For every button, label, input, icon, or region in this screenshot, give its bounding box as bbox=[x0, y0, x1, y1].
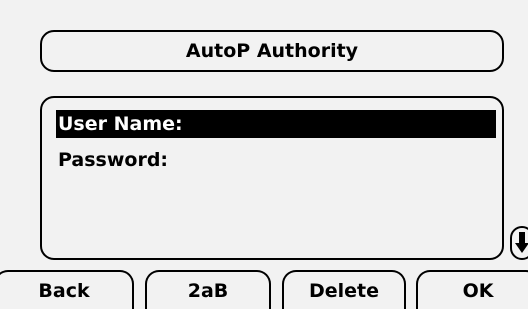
ok-button-label: OK bbox=[462, 279, 494, 302]
back-button[interactable]: Back bbox=[0, 270, 134, 309]
scroll-down-icon bbox=[510, 226, 528, 260]
user-name-field[interactable]: User Name: bbox=[56, 110, 496, 138]
password-field[interactable]: Password: bbox=[56, 146, 496, 174]
ok-button[interactable]: OK bbox=[416, 270, 528, 309]
back-button-label: Back bbox=[38, 279, 90, 302]
input-mode-label: 2aB bbox=[187, 279, 229, 302]
page-title-text: AutoP Authority bbox=[185, 40, 359, 62]
delete-button-label: Delete bbox=[308, 279, 380, 302]
page-title: AutoP Authority bbox=[40, 30, 504, 72]
user-name-label: User Name: bbox=[58, 113, 183, 135]
password-label: Password: bbox=[58, 149, 169, 171]
softkey-bar: Back 2aB Delete OK bbox=[0, 270, 528, 309]
input-mode-button[interactable]: 2aB bbox=[145, 270, 271, 309]
delete-button[interactable]: Delete bbox=[282, 270, 406, 309]
credentials-panel: User Name: Password: bbox=[40, 96, 504, 260]
phone-screen: AutoP Authority User Name: Password: Bac… bbox=[0, 0, 528, 309]
